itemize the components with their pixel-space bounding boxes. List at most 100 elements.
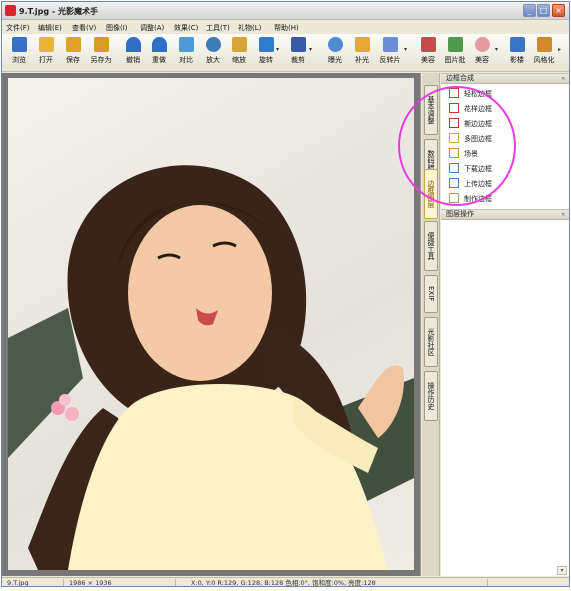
menu-help[interactable]: 帮助(H) <box>274 23 299 33</box>
zoom-in-icon <box>205 37 221 52</box>
status-pixel-info: X:0, Y:0 R:129, G:128, B:128 色相:0°, 饱和度:… <box>188 579 488 586</box>
exposure-icon <box>327 37 343 52</box>
torn-border-icon <box>449 118 459 128</box>
tab-basic-adjust[interactable]: 基本调整 <box>424 85 438 135</box>
tool-crop[interactable]: 裁剪 <box>283 37 313 69</box>
compare-icon <box>178 37 194 52</box>
photo-girl-illustration <box>8 165 414 570</box>
rotate-dropdown-icon[interactable]: ▾ <box>276 46 279 53</box>
menu-gifts[interactable]: 礼物(L) <box>238 23 261 33</box>
minimize-button[interactable]: _ <box>523 4 536 17</box>
menu-tools[interactable]: 工具(T) <box>206 23 230 33</box>
panel-scroll-down-icon[interactable]: ▾ <box>557 566 567 575</box>
border-panel-header[interactable]: 边框合成 « <box>441 73 569 84</box>
menu-view[interactable]: 查看(V) <box>72 23 96 33</box>
make-border-icon <box>449 193 459 203</box>
tool-label: 旋转 <box>259 56 273 64</box>
status-bar: 9.T.jpg 1986 × 1936 X:0, Y:0 R:129, G:12… <box>2 577 569 586</box>
border-item-multi[interactable]: 多图边框 <box>449 132 559 144</box>
tool-studio[interactable]: 影楼 <box>502 37 532 69</box>
border-item-download[interactable]: 下载边框 <box>449 162 559 174</box>
border-item-scene[interactable]: 场景 <box>449 147 559 159</box>
border-item-label: 轻松边框 <box>464 90 492 98</box>
tool-label: 风格化 <box>533 56 555 64</box>
tab-exif[interactable]: EXIF <box>424 275 438 313</box>
easy-border-icon <box>449 88 459 98</box>
tool-label: 补光 <box>355 56 369 64</box>
menu-adjust[interactable]: 调整(A) <box>140 23 164 33</box>
border-panel: 边框合成 « 轻松边框 花样边框 撕边边框 多图边框 场景 下载边框 上传边框 … <box>441 73 569 576</box>
tab-history[interactable]: 操作历史 <box>424 371 438 421</box>
tool-compare[interactable]: 对比 <box>171 37 201 69</box>
scene-icon <box>449 148 459 158</box>
save-as-icon <box>93 37 109 52</box>
tool-face[interactable]: 美容 <box>467 37 497 69</box>
save-icon <box>65 37 81 52</box>
tool-open[interactable]: 打开 <box>31 37 61 69</box>
border-item-label: 花样边框 <box>464 105 492 113</box>
border-item-make[interactable]: 制作边框 <box>449 192 559 204</box>
tool-label: 影楼 <box>510 56 524 64</box>
border-item-fancy[interactable]: 花样边框 <box>449 102 559 114</box>
tool-label: 保存 <box>66 56 80 64</box>
tab-border-layer[interactable]: 边框图层 <box>424 169 438 219</box>
tool-resize[interactable]: 缩放 <box>224 37 254 69</box>
redo-icon <box>151 37 167 52</box>
border-item-label: 撕边边框 <box>464 120 492 128</box>
maximize-button[interactable]: □ <box>537 4 550 17</box>
reversal-dropdown-icon[interactable]: ▾ <box>404 46 407 53</box>
window-title: 9.T.jpg - 光影魔术手 <box>19 7 98 16</box>
canvas-area <box>2 73 421 576</box>
menu-effect[interactable]: 效果(C) <box>174 23 198 33</box>
tool-save-as[interactable]: 另存为 <box>86 37 116 69</box>
side-tab-strip: 基本调整 数码暗房 边框图层 便捷工具 EXIF 光影社区 操作历史 <box>422 73 440 576</box>
menu-file[interactable]: 文件(F) <box>6 23 30 33</box>
tool-redo[interactable]: 重做 <box>144 37 174 69</box>
tool-stylize[interactable]: 风格化 <box>529 37 559 69</box>
studio-icon <box>509 37 525 52</box>
border-item-label: 场景 <box>464 150 478 158</box>
tool-exposure[interactable]: 曝光 <box>320 37 350 69</box>
undo-icon <box>125 37 141 52</box>
batch-icon <box>447 37 463 52</box>
tool-reversal-film[interactable]: 反转片 <box>375 37 405 69</box>
collapse-layers-icon[interactable]: « <box>561 210 565 219</box>
tool-label: 图片批 <box>444 56 466 64</box>
tool-rotate[interactable]: 旋转 <box>251 37 281 69</box>
tool-label: 浏览 <box>12 56 26 64</box>
border-item-label: 上传边框 <box>464 180 492 188</box>
border-item-upload[interactable]: 上传边框 <box>449 177 559 189</box>
layers-panel-header[interactable]: 图层操作 « <box>441 209 569 220</box>
tool-beauty[interactable]: 美容 <box>413 37 443 69</box>
tool-batch[interactable]: 图片批 <box>440 37 470 69</box>
crop-dropdown-icon[interactable]: ▾ <box>309 46 312 53</box>
beauty-icon <box>420 37 436 52</box>
fill-light-icon <box>354 37 370 52</box>
border-item-torn[interactable]: 撕边边框 <box>449 117 559 129</box>
browse-icon <box>11 37 27 52</box>
tool-browse[interactable]: 浏览 <box>4 37 34 69</box>
border-item-easy[interactable]: 轻松边框 <box>449 87 559 99</box>
tool-label: 另存为 <box>90 56 112 64</box>
tab-community[interactable]: 光影社区 <box>424 317 438 367</box>
menu-bar: 文件(F) 编辑(E) 查看(V) 图像(I) 调整(A) 效果(C) 工具(T… <box>2 21 569 33</box>
menu-image[interactable]: 图像(I) <box>106 23 128 33</box>
app-window: 9.T.jpg - 光影魔术手 _ □ × 文件(F) 编辑(E) 查看(V) … <box>1 1 570 587</box>
tool-fill-light[interactable]: 补光 <box>347 37 377 69</box>
download-border-icon <box>449 163 459 173</box>
tool-label: 曝光 <box>328 56 342 64</box>
tab-quick-tools[interactable]: 便捷工具 <box>424 221 438 271</box>
resize-icon <box>231 37 247 52</box>
status-filename: 9.T.jpg <box>4 579 64 586</box>
tool-label: 美容 <box>421 56 435 64</box>
collapse-icon[interactable]: « <box>561 74 565 83</box>
border-item-label: 多图边框 <box>464 135 492 143</box>
close-button[interactable]: × <box>552 4 565 17</box>
tool-label: 裁剪 <box>291 56 305 64</box>
border-panel-title: 边框合成 <box>446 74 474 82</box>
more-tools-icon[interactable]: ▸ <box>558 46 561 53</box>
photo-image <box>8 78 414 570</box>
menu-edit[interactable]: 编辑(E) <box>38 23 62 33</box>
tool-save[interactable]: 保存 <box>58 37 88 69</box>
face-dropdown-icon[interactable]: ▾ <box>495 46 498 53</box>
